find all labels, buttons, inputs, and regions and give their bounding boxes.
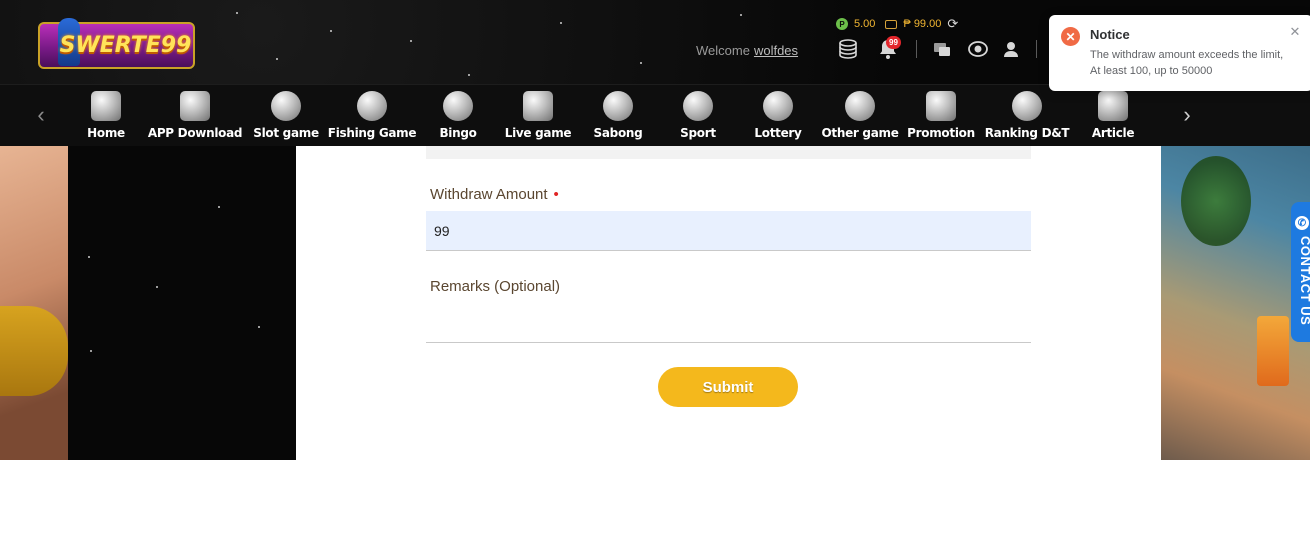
required-mark: • xyxy=(553,186,559,203)
nav-label: Article xyxy=(1091,126,1135,140)
eye-icon[interactable] xyxy=(966,37,990,61)
balance-display: P 5.00 ₱ 99.00 ⟳ xyxy=(836,16,958,32)
nav-next-arrow-icon[interactable]: › xyxy=(1180,103,1194,127)
page: SWERTE99 P 5.00 ₱ 99.00 ⟳ Welcome wolfdes… xyxy=(0,0,1310,540)
right-banner-image xyxy=(1161,146,1310,460)
nav-item-promotion[interactable]: Promotion xyxy=(907,91,975,143)
left-starfield xyxy=(68,146,296,460)
notice-toast: ✕ Notice The withdraw amount exceeds the… xyxy=(1049,15,1310,91)
nav-item-home[interactable]: Home xyxy=(87,91,125,143)
nav-label: Ranking D&T xyxy=(984,126,1070,140)
ball-icon xyxy=(683,91,713,121)
cash-icon xyxy=(885,19,898,29)
tv-icon xyxy=(523,91,553,121)
notification-badge: 99 xyxy=(886,36,901,49)
welcome-label: Welcome xyxy=(696,43,750,58)
nav-label: Promotion xyxy=(907,126,975,140)
cash-value: ₱ 99.00 xyxy=(903,18,942,30)
withdraw-amount-label-text: Withdraw Amount xyxy=(430,186,548,203)
nav-prev-arrow-icon[interactable]: ‹ xyxy=(34,103,48,127)
close-icon[interactable]: ✕ xyxy=(1288,24,1302,39)
nav-item-sabong[interactable]: Sabong xyxy=(593,91,643,143)
lottery-ball-icon xyxy=(763,91,793,121)
nav-item-lottery[interactable]: Lottery xyxy=(754,91,802,143)
home-icon xyxy=(91,91,121,121)
withdraw-amount-label: Withdraw Amount • xyxy=(430,186,559,203)
header-divider xyxy=(1036,40,1037,58)
nav-label: Other game xyxy=(821,126,899,140)
contact-us-tab[interactable]: ✆ CONTACT US xyxy=(1291,202,1310,342)
header-divider xyxy=(916,40,917,58)
nav-label: Bingo xyxy=(439,126,477,140)
slot-icon xyxy=(271,91,301,121)
main-nav: ‹ Home APP Download Slot game Fishing Ga… xyxy=(0,84,1310,146)
remarks-input[interactable] xyxy=(426,300,1031,343)
notice-title: Notice xyxy=(1090,27,1130,42)
submit-button[interactable]: Submit xyxy=(658,367,798,407)
withdraw-amount-input[interactable] xyxy=(426,211,1031,251)
gift-icon xyxy=(926,91,956,121)
nav-label: Fishing Game xyxy=(327,126,417,140)
nav-item-bingo[interactable]: Bingo xyxy=(439,91,477,143)
scroll-icon xyxy=(1098,91,1128,121)
username-link[interactable]: wolfdes xyxy=(754,43,798,58)
nav-item-live-game[interactable]: Live game xyxy=(505,91,572,143)
remarks-label: Remarks (Optional) xyxy=(430,278,561,295)
nav-item-app-download[interactable]: APP Download xyxy=(148,91,242,143)
chip-icon xyxy=(845,91,875,121)
nav-label: APP Download xyxy=(147,126,243,140)
welcome-text: Welcome wolfdes xyxy=(696,43,798,58)
credit-value: 5.00 xyxy=(854,18,876,30)
nav-item-other-game[interactable]: Other game xyxy=(821,91,899,143)
refresh-icon[interactable]: ⟳ xyxy=(947,16,958,32)
nav-item-slot-game[interactable]: Slot game xyxy=(253,91,319,143)
nav-label: Lottery xyxy=(754,126,802,140)
error-icon: ✕ xyxy=(1061,27,1080,46)
shark-icon xyxy=(357,91,387,121)
logo-text: SWERTE99 xyxy=(59,33,192,58)
coins-icon[interactable] xyxy=(836,37,860,61)
nav-label: Slot game xyxy=(253,126,319,140)
nav-item-sport[interactable]: Sport xyxy=(680,91,716,143)
nav-label: Sport xyxy=(680,126,716,140)
trophy-icon xyxy=(1012,91,1042,121)
transfer-icon[interactable] xyxy=(930,37,954,61)
left-banner-image xyxy=(0,146,68,460)
contact-us-label: CONTACT US xyxy=(1298,236,1310,326)
nav-label: Sabong xyxy=(593,126,643,140)
chat-icon: ✆ xyxy=(1295,216,1309,230)
nav-item-article[interactable]: Article xyxy=(1091,91,1135,143)
previous-field-edge xyxy=(426,146,1031,159)
credit-icon: P xyxy=(836,18,848,30)
user-icon[interactable] xyxy=(1000,37,1024,61)
nav-label: Home xyxy=(87,126,125,140)
nav-item-ranking[interactable]: Ranking D&T xyxy=(985,91,1070,143)
notice-message: The withdraw amount exceeds the limit, A… xyxy=(1090,49,1284,77)
bingo-icon xyxy=(443,91,473,121)
nav-item-fishing-game[interactable]: Fishing Game xyxy=(328,91,417,143)
nav-label: Live game xyxy=(504,126,572,140)
site-logo[interactable]: SWERTE99 xyxy=(38,18,195,69)
phone-icon xyxy=(180,91,210,121)
rooster-icon xyxy=(603,91,633,121)
